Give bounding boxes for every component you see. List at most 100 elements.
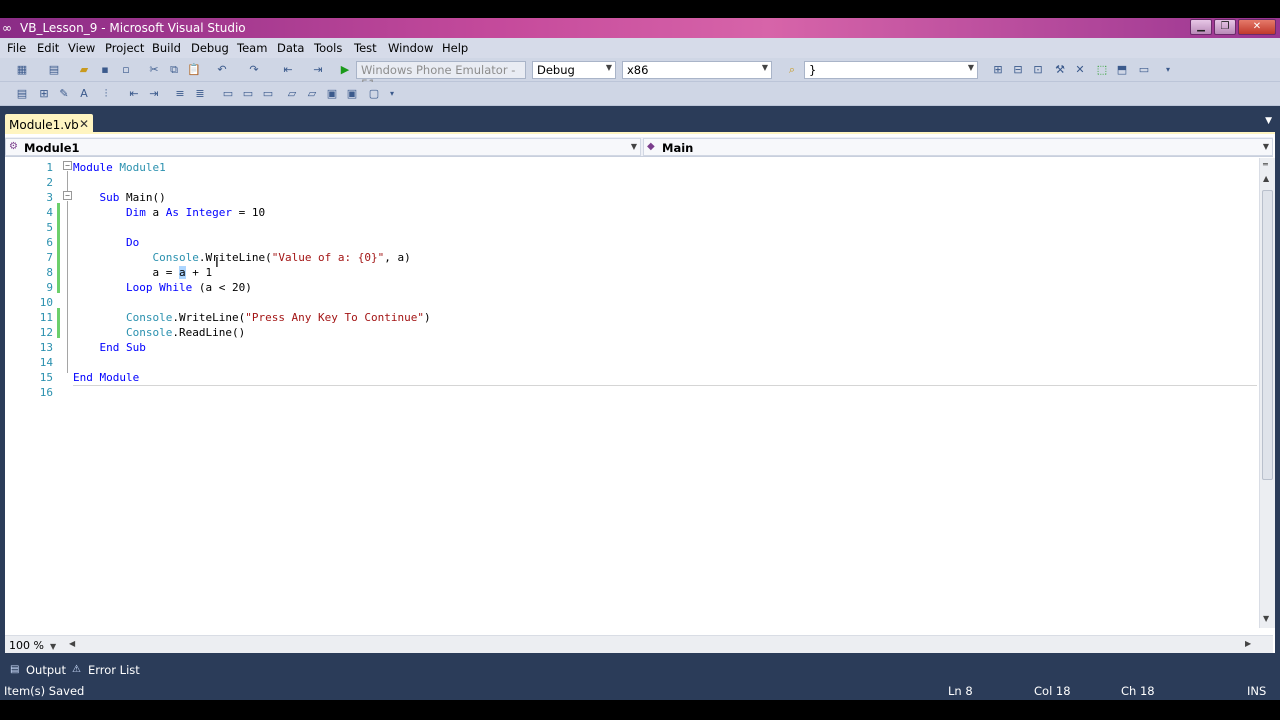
window-title: VB_Lesson_9 - Microsoft Visual Studio [20,21,246,35]
scroll-left-icon[interactable]: ◀ [69,639,75,648]
menu-team[interactable]: Team [237,41,267,55]
find-combobox[interactable]: } ▼ [804,61,978,79]
line-number: 1 [46,161,53,174]
scroll-thumb[interactable] [1262,190,1273,480]
split-icon[interactable]: ═ [1263,160,1268,169]
member-selector[interactable]: ◆ Main ▼ [643,138,1273,156]
code-line[interactable]: 1 Module Module1 [5,160,1257,175]
scroll-down-icon[interactable]: ▼ [1263,614,1269,623]
solution-explorer-icon[interactable]: ⊞ [990,62,1006,77]
command-window-icon[interactable]: ▭ [1136,62,1152,77]
navigate-backward-icon[interactable]: ⇤ [280,62,296,77]
code-line[interactable]: 16 [5,385,1257,400]
menu-help[interactable]: Help [442,41,468,55]
code-line[interactable]: 7 Console.WriteLine("Value of a: {0}", a… [5,250,1257,265]
code-line[interactable]: 14 [5,355,1257,370]
new-project-icon[interactable]: ▦ [14,62,30,77]
next-bookmark-icon[interactable]: ▭ [260,86,276,101]
save-all-icon[interactable]: ▫ [118,62,134,77]
code-line[interactable]: 6 Do [5,235,1257,250]
open-file-icon[interactable]: ▰ [76,62,92,77]
comment-icon[interactable]: ≡ [172,86,188,101]
quick-info-icon[interactable]: ✎ [56,86,72,101]
start-target-dropdown[interactable]: Windows Phone Emulator - 51 [356,61,526,91]
toolbox-icon[interactable]: ⚒ [1052,62,1068,77]
scroll-right-icon[interactable]: ▶ [1245,639,1251,648]
navigate-forward-icon[interactable]: ⇥ [310,62,326,77]
find-in-files-icon[interactable]: ⌕ [784,62,800,77]
previous-bookmark-icon[interactable]: ▭ [240,86,256,101]
code-text: End Sub [73,340,146,355]
code-line[interactable]: 2 [5,175,1257,190]
code-token: ) [424,311,431,324]
previous-bookmark-folder-icon[interactable]: ▱ [284,86,300,101]
code-line[interactable]: 10 [5,295,1257,310]
code-line[interactable]: 12 Console.ReadLine() [5,325,1257,340]
uncomment-icon[interactable]: ≣ [192,86,208,101]
close-button[interactable]: ✕ [1238,19,1276,35]
menu-edit[interactable]: Edit [37,41,59,55]
code-line[interactable]: 8 a = a + 1 [5,265,1257,280]
vertical-scrollbar[interactable]: ═ ▲ ▼ [1259,158,1275,628]
menu-build[interactable]: Build [152,41,181,55]
menu-data[interactable]: Data [277,41,304,55]
type-selector[interactable]: ⚙ Module1 ▼ [5,138,641,156]
redo-icon[interactable]: ↷ [246,62,262,77]
toggle-icon[interactable]: ⫶ [98,86,114,101]
code-line[interactable]: 13 End Sub [5,340,1257,355]
menu-project[interactable]: Project [105,41,144,55]
toolbar-options-icon[interactable]: ▾ [1160,62,1176,77]
menu-debug[interactable]: Debug [191,41,229,55]
platform-dropdown[interactable]: x86 ▼ [622,61,772,79]
minimize-button[interactable]: ▁ [1190,19,1212,35]
code-line[interactable]: 9 Loop While (a < 20) [5,280,1257,295]
menu-test[interactable]: Test [354,41,377,55]
previous-bookmark-doc-icon[interactable]: ▣ [324,86,340,101]
undo-icon[interactable]: ↶ [214,62,230,77]
next-bookmark-doc-icon[interactable]: ▣ [344,86,360,101]
start-page-icon[interactable]: ⬚ [1094,62,1110,77]
parameter-info-icon[interactable]: ⊞ [36,86,52,101]
code-line[interactable]: 11 Console.WriteLine("Press Any Key To C… [5,310,1257,325]
menu-tools[interactable]: Tools [314,41,342,55]
menu-window[interactable]: Window [388,41,433,55]
close-tab-icon[interactable]: ✕ [79,117,89,131]
next-bookmark-folder-icon[interactable]: ▱ [304,86,320,101]
extension-manager-icon[interactable]: ⬒ [1114,62,1130,77]
code-line[interactable]: 5 [5,220,1257,235]
paste-icon[interactable]: 📋 [186,62,202,77]
line-number: 10 [39,296,53,309]
toggle-bookmark-icon[interactable]: ▭ [220,86,236,101]
horizontal-scrollbar[interactable]: 100 % ▼ ◀ ▶ [5,635,1273,653]
tools-icon[interactable]: ✕ [1072,62,1088,77]
code-line[interactable]: 15 End Module [5,370,1257,385]
menu-view[interactable]: View [68,41,95,55]
code-line[interactable]: 4 Dim a As Integer = 10 [5,205,1257,220]
member-list-icon[interactable]: ▤ [14,86,30,101]
maximize-button[interactable]: ❐ [1214,19,1236,35]
tab-error-list[interactable]: ⚠ Error List [70,663,140,679]
copy-icon[interactable]: ⧉ [166,62,182,77]
save-icon[interactable]: ▪ [97,62,113,77]
add-item-icon[interactable]: ▤ [46,62,62,77]
start-debugging-icon[interactable]: ▶ [337,62,353,77]
code-area[interactable]: − − I 1 Module Module1 2 3 Sub Main() 4 Dim … [5,158,1257,628]
clear-bookmarks-icon[interactable]: ▢ [366,86,382,101]
code-line[interactable]: 3 Sub Main() [5,190,1257,205]
configuration-dropdown[interactable]: Debug ▼ [532,61,616,79]
complete-word-icon[interactable]: A [76,86,92,101]
menu-file[interactable]: File [7,41,26,55]
increase-indent-icon[interactable]: ⇥ [146,86,162,101]
cut-icon[interactable]: ✂ [146,62,162,77]
tab-output[interactable]: ▤ Output [8,663,66,679]
status-line: Ln 8 [948,684,973,698]
decrease-indent-icon[interactable]: ⇤ [126,86,142,101]
toolbar-options-icon[interactable]: ▾ [384,86,400,101]
object-browser-icon[interactable]: ⊡ [1030,62,1046,77]
tab-dropdown-icon[interactable]: ▼ [1265,116,1272,126]
scroll-up-icon[interactable]: ▲ [1263,174,1269,183]
properties-icon[interactable]: ⊟ [1010,62,1026,77]
zoom-dropdown[interactable]: 100 % ▼ [9,639,56,652]
